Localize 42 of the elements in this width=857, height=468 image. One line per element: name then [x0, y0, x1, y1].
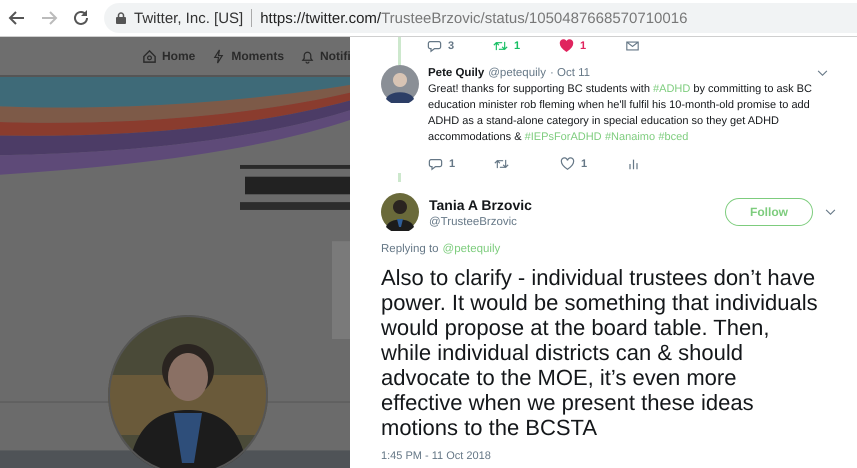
home-icon[interactable] [142, 48, 157, 64]
nav-link[interactable]: Home [162, 49, 196, 63]
lock-icon [116, 12, 126, 24]
hashtag-link[interactable]: #bced [658, 131, 688, 143]
tweet-date[interactable]: · Oct 11 [550, 67, 590, 79]
avatar-icon[interactable] [381, 65, 419, 103]
site-identity: Twitter, Inc. [US] [134, 10, 244, 26]
tweet-text: Also to clarify - individual trustees don’t have power. It would be something that individuals would propose at the board table. Then, while individual districts can & should advocate to the MOE, it’s even more effective when we present these ideas motions to the BCSTA [381, 265, 819, 440]
bell-icon[interactable] [300, 48, 316, 64]
tweet-timestamp: 1:45 PM - 11 Oct 2018 [381, 450, 492, 462]
action-count: 1 [514, 40, 520, 52]
author-handle[interactable]: @petequily [488, 67, 546, 79]
mention-link[interactable]: @petequily [442, 243, 500, 255]
url-text: https://twitter.com/TrusteeBrzovic/status/1050487668570710016 [260, 10, 688, 26]
nav-link[interactable]: Moments [231, 49, 284, 63]
speech-bubble-icon[interactable] [427, 39, 442, 53]
retweet-icon[interactable] [494, 157, 509, 171]
author-name[interactable]: Tania A Brzovic [429, 196, 532, 212]
nav-link[interactable]: Notifi [320, 49, 350, 63]
hashtag-link[interactable]: #ADHD [653, 83, 690, 95]
author-handle[interactable]: @TrusteeBrzovic [429, 216, 532, 228]
hashtag-link[interactable]: #IEPsForADHD [524, 131, 602, 143]
action-count: 1 [581, 158, 588, 170]
heart-icon[interactable] [560, 157, 575, 171]
reload-icon[interactable] [72, 9, 90, 27]
chevron-down-icon[interactable] [817, 70, 828, 76]
follow-button[interactable]: Follow [725, 198, 813, 226]
retweet-icon[interactable] [493, 39, 508, 53]
address-bar[interactable]: Twitter, Inc. [US] https://twitter.com/TrusteeBrzovic/status/1050487668570710016 [104, 3, 857, 33]
action-count: 1 [449, 158, 456, 170]
speech-bubble-icon[interactable] [428, 157, 443, 171]
action-count: 3 [448, 40, 454, 52]
chevron-down-icon[interactable] [825, 208, 836, 216]
envelope-icon[interactable] [625, 39, 640, 53]
avatar-icon[interactable] [381, 193, 419, 231]
hashtag-link[interactable]: #Nanaimo [604, 131, 656, 143]
author-name[interactable]: Pete Quily [428, 67, 484, 79]
heart-icon[interactable] [559, 39, 574, 53]
replying-label: Replying to [381, 243, 439, 255]
back-icon[interactable] [8, 9, 26, 27]
action-count: 1 [580, 40, 586, 52]
tweet-text: Great! thanks for supporting BC students with #ADHD by committing to ask BC education minister rob fleming when he'll fulfil his 10-month-old promise to add ADHD as a stand-alone category in special education so they get ADHD accommodations & #IEPsForADHD #Nanaimo #bced [428, 82, 813, 145]
